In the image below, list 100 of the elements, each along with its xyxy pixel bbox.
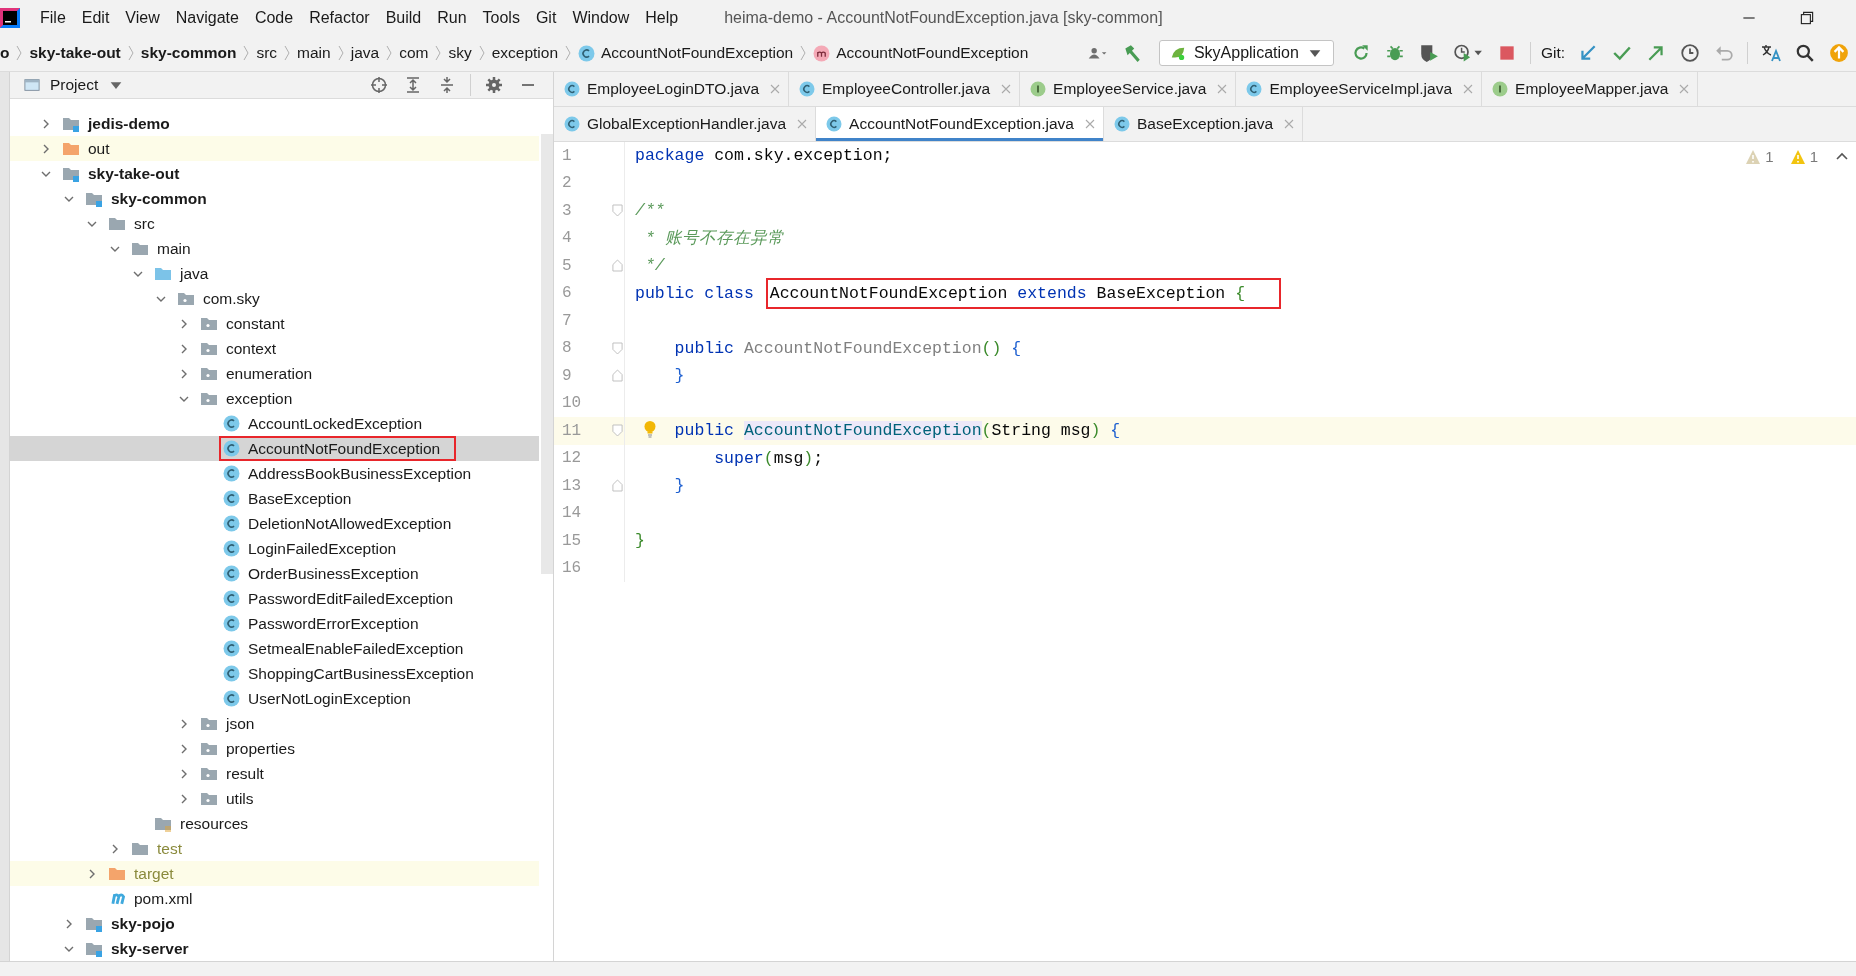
debug-icon[interactable]	[1384, 43, 1405, 63]
item-label: sky-pojo	[111, 914, 175, 933]
tree-item[interactable]: ShoppingCartBusinessException	[10, 661, 539, 686]
collapse-all-icon[interactable]	[438, 76, 456, 94]
tree-item[interactable]: pom.xml	[10, 886, 539, 911]
editor-tab[interactable]: EmployeeLoginDTO.java	[554, 72, 790, 106]
breadcrumb[interactable]: com	[399, 44, 429, 62]
tree-item[interactable]: out	[10, 136, 539, 161]
tree-item[interactable]: AccountNotFoundException	[10, 436, 539, 461]
menu-item[interactable]: Refactor	[309, 8, 370, 27]
history-icon[interactable]	[1680, 43, 1700, 63]
tree-item[interactable]: json	[10, 711, 539, 736]
tree-item[interactable]: UserNotLoginException	[10, 686, 539, 711]
tree-item[interactable]: result	[10, 761, 539, 786]
tree-item[interactable]: properties	[10, 736, 539, 761]
tree-item[interactable]: AccountLockedException	[10, 411, 539, 436]
breadcrumb[interactable]: AccountNotFoundException	[836, 44, 1029, 62]
project-view-dropdown[interactable]: Project	[24, 76, 125, 94]
line-number: 5	[561, 256, 573, 275]
breadcrumb[interactable]: sky	[448, 44, 472, 62]
app-logo-icon[interactable]	[0, 7, 20, 28]
line-number: 12	[561, 449, 583, 468]
window-title: heima-demo - AccountNotFoundException.java [sky-common]	[724, 8, 1163, 27]
breadcrumb[interactable]: AccountNotFoundException	[601, 44, 794, 62]
tree-item[interactable]: java	[10, 261, 539, 286]
class-icon	[1113, 116, 1130, 132]
menu-item[interactable]: Window	[572, 8, 630, 27]
editor-tab[interactable]: EmployeeService.java	[1020, 72, 1237, 106]
tree-item[interactable]: target	[10, 861, 539, 886]
menu-item[interactable]: Run	[437, 8, 467, 27]
editor-tab[interactable]: BaseException.java	[1103, 107, 1304, 141]
tree-item[interactable]: AddressBookBusinessException	[10, 461, 539, 486]
profiler-icon[interactable]	[1452, 43, 1483, 63]
code-text: AccountNotFoundException extends BaseException {	[769, 283, 1246, 303]
item-label: LoginFailedException	[248, 539, 397, 558]
tree-item[interactable]: main	[10, 236, 539, 261]
editor-tab[interactable]: EmployeeMapper.java	[1482, 72, 1699, 106]
menu-item[interactable]: Build	[385, 8, 422, 27]
locate-icon[interactable]	[370, 76, 388, 94]
tree-item[interactable]: constant	[10, 311, 539, 336]
breadcrumb[interactable]: src	[256, 44, 278, 62]
tree-item[interactable]: PasswordEditFailedException	[10, 586, 539, 611]
coverage-icon[interactable]	[1418, 43, 1439, 63]
item-label: DeletionNotAllowedException	[248, 514, 452, 533]
item-label: UserNotLoginException	[248, 689, 411, 708]
tree-item[interactable]: test	[10, 836, 539, 861]
tree-item[interactable]: sky-take-out	[10, 161, 539, 186]
tree-item[interactable]: OrderBusinessException	[10, 561, 539, 586]
tree-item[interactable]: BaseException	[10, 486, 539, 511]
item-label: AccountLockedException	[248, 414, 423, 433]
item-label: AccountNotFoundException	[248, 439, 441, 458]
item-label: test	[157, 839, 182, 858]
class-icon	[223, 665, 240, 682]
tree-item[interactable]: LoginFailedException	[10, 536, 539, 561]
line-number: 9	[561, 366, 573, 385]
tree-item[interactable]: jedis-demo	[10, 111, 539, 136]
update-icon[interactable]	[1578, 43, 1598, 63]
breadcrumb[interactable]: o	[0, 44, 10, 62]
editor-tab[interactable]: EmployeeController.java	[789, 72, 1021, 106]
expand-all-icon[interactable]	[404, 76, 422, 94]
tree-item[interactable]: src	[10, 211, 539, 236]
breadcrumb[interactable]: sky-common	[140, 44, 237, 62]
tree-item[interactable]: sky-pojo	[10, 911, 539, 936]
menu-item[interactable]: Navigate	[175, 8, 239, 27]
breadcrumb[interactable]: main	[297, 44, 331, 62]
tree-item[interactable]: PasswordErrorException	[10, 611, 539, 636]
tree-item[interactable]: com.sky	[10, 286, 539, 311]
tree-item[interactable]: DeletionNotAllowedException	[10, 511, 539, 536]
menu-item[interactable]: Code	[254, 8, 294, 27]
menu-item[interactable]: Edit	[81, 8, 110, 27]
breadcrumb[interactable]: java	[350, 44, 380, 62]
editor-tab[interactable]: EmployeeServiceImpl.java	[1236, 72, 1483, 106]
tree-item[interactable]: context	[10, 336, 539, 361]
item-label: sky-common	[111, 189, 207, 208]
push-icon[interactable]	[1646, 43, 1666, 63]
tree-item[interactable]: sky-server	[10, 936, 539, 961]
scrollbar[interactable]	[541, 134, 553, 574]
separator-icon	[336, 43, 345, 63]
menu-item[interactable]: File	[40, 8, 66, 27]
class-icon	[564, 116, 580, 132]
settings-icon[interactable]	[485, 76, 503, 94]
menu-item[interactable]: Help	[645, 8, 679, 27]
tree-item[interactable]: exception	[10, 386, 539, 411]
translate-icon[interactable]	[1761, 43, 1781, 63]
line-number: 3	[561, 201, 573, 220]
breadcrumb[interactable]: exception	[491, 44, 559, 62]
editor-tab[interactable]: AccountNotFoundException.java	[816, 107, 1104, 141]
tree-item[interactable]: enumeration	[10, 361, 539, 386]
tree-item[interactable]: resources	[10, 811, 539, 836]
run-configuration-dropdown[interactable]: SkyApplication	[1158, 40, 1334, 66]
menu-item[interactable]: Git	[535, 8, 557, 27]
tree-item[interactable]: SetmealEnableFailedException	[10, 636, 539, 661]
item-label: com.sky	[203, 289, 260, 308]
tree-item[interactable]: utils	[10, 786, 539, 811]
breadcrumb[interactable]: sky-take-out	[29, 44, 121, 62]
search-icon[interactable]	[1795, 43, 1815, 63]
class-icon	[223, 540, 240, 557]
menu-item[interactable]: View	[125, 8, 160, 27]
menu-item[interactable]: Tools	[482, 8, 520, 27]
tree-item[interactable]: sky-common	[10, 186, 539, 211]
